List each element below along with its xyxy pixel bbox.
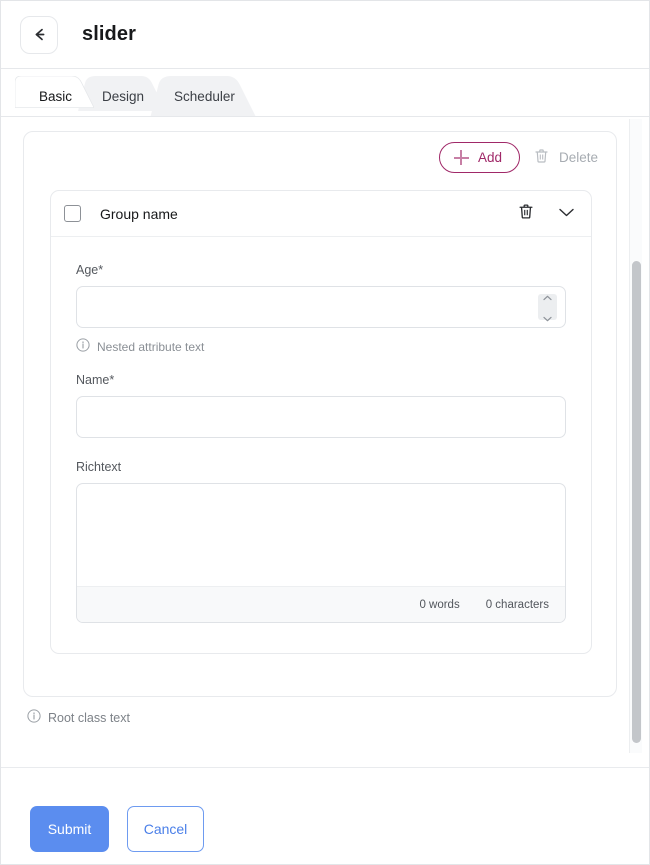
richtext-content-area[interactable] (77, 484, 565, 586)
arrow-left-icon (31, 26, 48, 43)
field-age: Age* (76, 263, 566, 355)
character-count: 0 characters (486, 599, 549, 611)
chevron-down-icon (543, 309, 552, 327)
chevron-up-icon (543, 288, 552, 306)
root-class-card: Add Delete (23, 131, 617, 697)
add-button[interactable]: Add (439, 142, 520, 173)
app-window: slider Basic Design Scheduler (0, 0, 650, 865)
group-toolbar: Add Delete (439, 142, 604, 173)
field-richtext: Richtext 0 words 0 characters (76, 460, 566, 623)
vertical-scrollbar[interactable] (629, 119, 642, 753)
age-input-wrapper (76, 286, 566, 328)
form-footer: Submit Cancel (1, 767, 649, 865)
field-name-label: Name* (76, 373, 566, 387)
cancel-button[interactable]: Cancel (127, 806, 204, 852)
form-scroll-region: Add Delete (1, 117, 649, 767)
field-age-helper: Nested attribute text (76, 338, 566, 355)
age-stepper[interactable] (538, 294, 557, 320)
tab-label: Basic (39, 89, 72, 104)
tab-label: Design (102, 89, 144, 104)
richtext-counter-bar: 0 words 0 characters (77, 586, 565, 622)
page-header: slider (1, 1, 649, 69)
field-richtext-label: Richtext (76, 460, 566, 474)
root-class-helper-text: Root class text (48, 711, 130, 725)
tab-label: Scheduler (174, 89, 235, 104)
group-name-label: Group name (100, 206, 518, 222)
plus-icon (454, 150, 469, 165)
field-age-helper-text: Nested attribute text (97, 340, 204, 354)
word-count: 0 words (419, 599, 459, 611)
trash-icon (534, 148, 549, 167)
richtext-editor[interactable]: 0 words 0 characters (76, 483, 566, 623)
chevron-down-icon (558, 205, 575, 223)
group-body: Age* (51, 237, 591, 623)
info-icon (27, 709, 41, 726)
add-button-label: Add (478, 150, 502, 165)
name-input[interactable] (77, 397, 565, 437)
page-title: slider (82, 23, 136, 46)
name-input-wrapper (76, 396, 566, 438)
tab-scheduler[interactable]: Scheduler (150, 76, 257, 116)
group-collapse-button[interactable] (558, 205, 575, 223)
group-header: Group name (51, 191, 591, 237)
delete-button[interactable]: Delete (534, 148, 604, 167)
group-delete-button[interactable] (518, 203, 534, 225)
group-select-checkbox[interactable] (64, 205, 81, 222)
tab-bar: Basic Design Scheduler (1, 69, 649, 117)
root-class-helper: Root class text (27, 709, 130, 726)
back-button[interactable] (20, 16, 58, 54)
group-card: Group name (50, 190, 592, 654)
field-age-label: Age* (76, 263, 566, 277)
delete-button-label: Delete (559, 150, 598, 165)
trash-icon (518, 203, 534, 225)
scroll-content: Add Delete (1, 117, 649, 767)
submit-button[interactable]: Submit (30, 806, 109, 852)
scrollbar-thumb[interactable] (632, 261, 641, 743)
info-icon (76, 338, 90, 355)
tab-basic[interactable]: Basic (15, 76, 94, 116)
field-name: Name* (76, 373, 566, 438)
age-input[interactable] (77, 287, 565, 327)
